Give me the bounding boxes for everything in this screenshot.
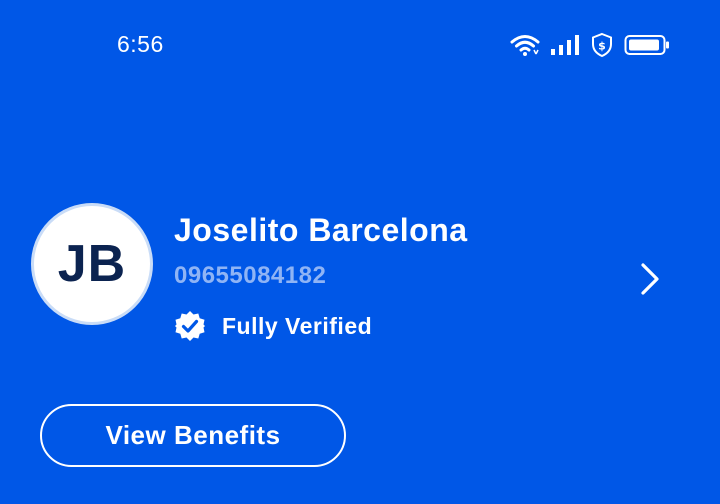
verification-label: Fully Verified <box>222 312 373 339</box>
user-name: Joselito Barcelona <box>174 212 468 248</box>
status-icons: $ <box>510 32 670 58</box>
signal-icon <box>550 34 580 56</box>
avatar: JB <box>31 203 153 325</box>
svg-text:$: $ <box>598 40 606 53</box>
chevron-right-icon[interactable] <box>636 262 666 296</box>
view-benefits-button[interactable]: View Benefits <box>40 404 346 467</box>
shield-dollar-icon: $ <box>590 32 614 58</box>
battery-icon <box>624 34 670 56</box>
wifi-icon <box>510 33 540 57</box>
status-time: 6:56 <box>117 31 164 57</box>
profile-card[interactable]: JB Joselito Barcelona 09655084182 Fully … <box>0 200 720 341</box>
status-bar: 6:56 $ <box>0 0 720 90</box>
verification-status: Fully Verified <box>174 310 372 342</box>
avatar-initials: JB <box>57 235 127 293</box>
verified-badge-icon <box>174 310 206 342</box>
user-phone: 09655084182 <box>174 262 327 289</box>
